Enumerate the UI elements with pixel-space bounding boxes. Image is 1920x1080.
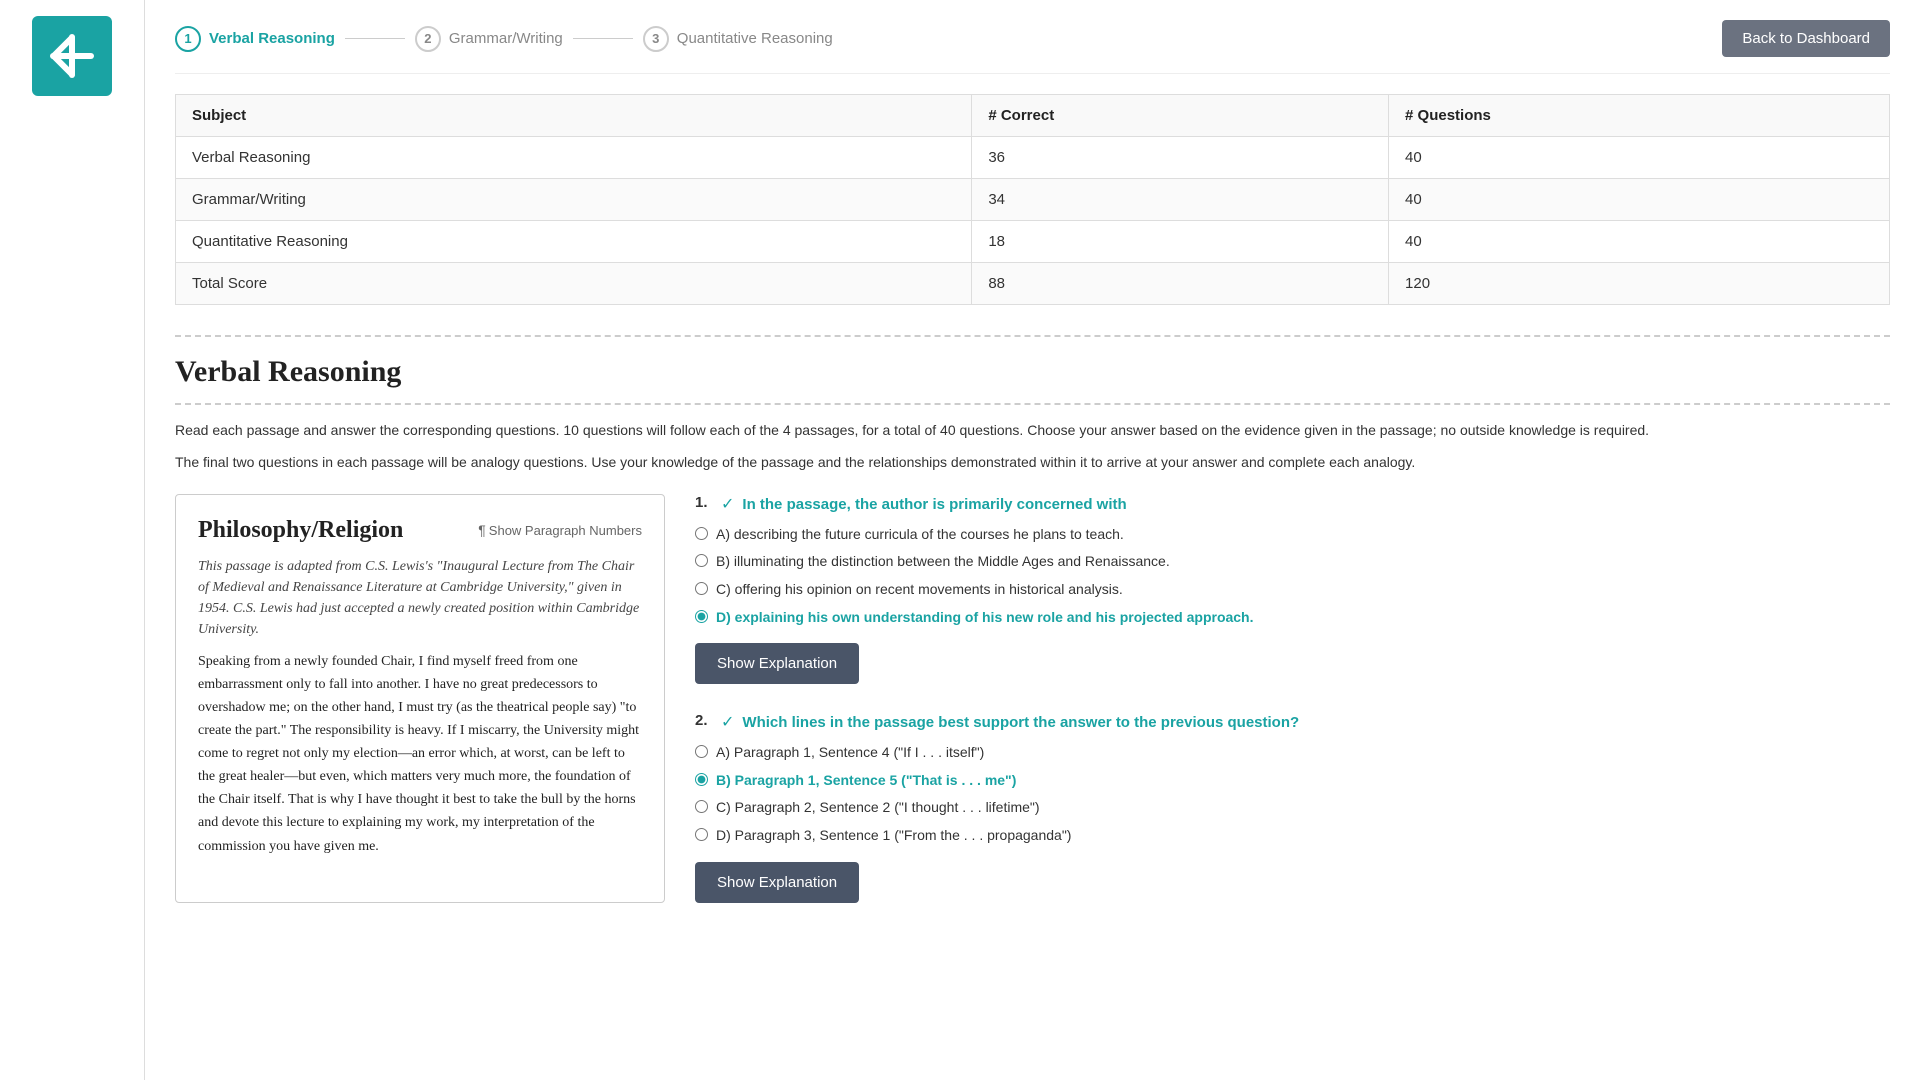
radio-2-1[interactable]: [695, 773, 708, 786]
nav-steps: 1 Verbal Reasoning 2 Grammar/Writing 3 Q…: [175, 26, 1722, 52]
option-1-0[interactable]: A) describing the future curricula of th…: [695, 525, 1890, 545]
option-label-2-0: A) Paragraph 1, Sentence 4 ("If I . . . …: [716, 743, 984, 763]
cell-questions: 40: [1389, 137, 1890, 179]
passage-header: Philosophy/Religion ¶ Show Paragraph Num…: [198, 517, 642, 544]
col-questions: # Questions: [1389, 95, 1890, 137]
step-quantitative[interactable]: 3 Quantitative Reasoning: [643, 26, 833, 52]
question-header-2: 2. ✓ Which lines in the passage best sup…: [695, 712, 1890, 733]
content-area: Philosophy/Religion ¶ Show Paragraph Num…: [175, 494, 1890, 903]
step-grammar[interactable]: 2 Grammar/Writing: [415, 26, 563, 52]
check-icon-2: ✓: [721, 712, 734, 732]
show-paragraph-numbers-button[interactable]: ¶ Show Paragraph Numbers: [478, 522, 642, 538]
step-2-label: Grammar/Writing: [449, 30, 563, 47]
cell-questions: 40: [1389, 179, 1890, 221]
option-label-1-3: D) explaining his own understanding of h…: [716, 608, 1254, 628]
step-2-circle: 2: [415, 26, 441, 52]
step-3-label: Quantitative Reasoning: [677, 30, 833, 47]
radio-2-0[interactable]: [695, 745, 708, 758]
step-1-label: Verbal Reasoning: [209, 30, 335, 47]
table-row: Grammar/Writing 34 40: [176, 179, 1890, 221]
question-header-1: 1. ✓ In the passage, the author is prima…: [695, 494, 1890, 515]
radio-1-1[interactable]: [695, 554, 708, 567]
passage-source: This passage is adapted from C.S. Lewis'…: [198, 556, 642, 640]
radio-2-3[interactable]: [695, 828, 708, 841]
step-divider-1: [345, 38, 405, 39]
instructions-1: Read each passage and answer the corresp…: [175, 419, 1890, 441]
options-list-2: A) Paragraph 1, Sentence 4 ("If I . . . …: [695, 743, 1890, 845]
question-num-1: 1.: [695, 494, 713, 511]
cell-correct: 88: [972, 263, 1389, 305]
cell-subject: Total Score: [176, 263, 972, 305]
step-divider-2: [573, 38, 633, 39]
radio-1-0[interactable]: [695, 527, 708, 540]
option-2-3[interactable]: D) Paragraph 3, Sentence 1 ("From the . …: [695, 826, 1890, 846]
radio-1-3[interactable]: [695, 610, 708, 623]
cell-subject: Grammar/Writing: [176, 179, 972, 221]
radio-1-2[interactable]: [695, 582, 708, 595]
option-2-2[interactable]: C) Paragraph 2, Sentence 2 ("I thought .…: [695, 798, 1890, 818]
main-content: 1 Verbal Reasoning 2 Grammar/Writing 3 Q…: [145, 0, 1920, 1080]
questions-area: 1. ✓ In the passage, the author is prima…: [695, 494, 1890, 903]
score-table: Subject # Correct # Questions Verbal Rea…: [175, 94, 1890, 305]
option-1-3[interactable]: D) explaining his own understanding of h…: [695, 608, 1890, 628]
cell-correct: 18: [972, 221, 1389, 263]
cell-questions: 120: [1389, 263, 1890, 305]
section-divider: [175, 335, 1890, 337]
option-label-1-0: A) describing the future curricula of th…: [716, 525, 1124, 545]
sidebar: [0, 0, 145, 1080]
logo-icon: [46, 30, 98, 82]
table-row: Total Score 88 120: [176, 263, 1890, 305]
paragraph-symbol: ¶: [478, 522, 486, 538]
question-text-1[interactable]: In the passage, the author is primarily …: [742, 494, 1126, 515]
option-1-2[interactable]: C) offering his opinion on recent moveme…: [695, 580, 1890, 600]
question-block-2: 2. ✓ Which lines in the passage best sup…: [695, 712, 1890, 902]
passage-title: Philosophy/Religion: [198, 517, 403, 544]
passage-text: Speaking from a newly founded Chair, I f…: [198, 650, 642, 858]
col-correct: # Correct: [972, 95, 1389, 137]
show-explanation-button-1[interactable]: Show Explanation: [695, 643, 859, 684]
col-subject: Subject: [176, 95, 972, 137]
passage-box: Philosophy/Religion ¶ Show Paragraph Num…: [175, 494, 665, 903]
top-nav: 1 Verbal Reasoning 2 Grammar/Writing 3 Q…: [175, 0, 1890, 74]
table-row: Quantitative Reasoning 18 40: [176, 221, 1890, 263]
table-row: Verbal Reasoning 36 40: [176, 137, 1890, 179]
option-2-1[interactable]: B) Paragraph 1, Sentence 5 ("That is . .…: [695, 771, 1890, 791]
question-block-1: 1. ✓ In the passage, the author is prima…: [695, 494, 1890, 684]
option-label-2-3: D) Paragraph 3, Sentence 1 ("From the . …: [716, 826, 1071, 846]
show-explanation-button-2[interactable]: Show Explanation: [695, 862, 859, 903]
option-label-2-2: C) Paragraph 2, Sentence 2 ("I thought .…: [716, 798, 1040, 818]
cell-questions: 40: [1389, 221, 1890, 263]
option-label-2-1: B) Paragraph 1, Sentence 5 ("That is . .…: [716, 771, 1016, 791]
option-label-1-1: B) illuminating the distinction between …: [716, 552, 1170, 572]
step-verbal-reasoning[interactable]: 1 Verbal Reasoning: [175, 26, 335, 52]
question-text-2[interactable]: Which lines in the passage best support …: [742, 712, 1299, 733]
options-list-1: A) describing the future curricula of th…: [695, 525, 1890, 627]
step-1-circle: 1: [175, 26, 201, 52]
app-logo[interactable]: [32, 16, 112, 96]
cell-correct: 36: [972, 137, 1389, 179]
instructions-2: The final two questions in each passage …: [175, 451, 1890, 473]
step-3-circle: 3: [643, 26, 669, 52]
question-num-2: 2.: [695, 712, 713, 729]
radio-2-2[interactable]: [695, 800, 708, 813]
show-para-label: Show Paragraph Numbers: [489, 523, 642, 538]
cell-correct: 34: [972, 179, 1389, 221]
verbal-reasoning-title: Verbal Reasoning: [175, 355, 1890, 405]
option-label-1-2: C) offering his opinion on recent moveme…: [716, 580, 1123, 600]
cell-subject: Quantitative Reasoning: [176, 221, 972, 263]
option-1-1[interactable]: B) illuminating the distinction between …: [695, 552, 1890, 572]
cell-subject: Verbal Reasoning: [176, 137, 972, 179]
option-2-0[interactable]: A) Paragraph 1, Sentence 4 ("If I . . . …: [695, 743, 1890, 763]
back-to-dashboard-button[interactable]: Back to Dashboard: [1722, 20, 1890, 57]
check-icon-1: ✓: [721, 494, 734, 514]
